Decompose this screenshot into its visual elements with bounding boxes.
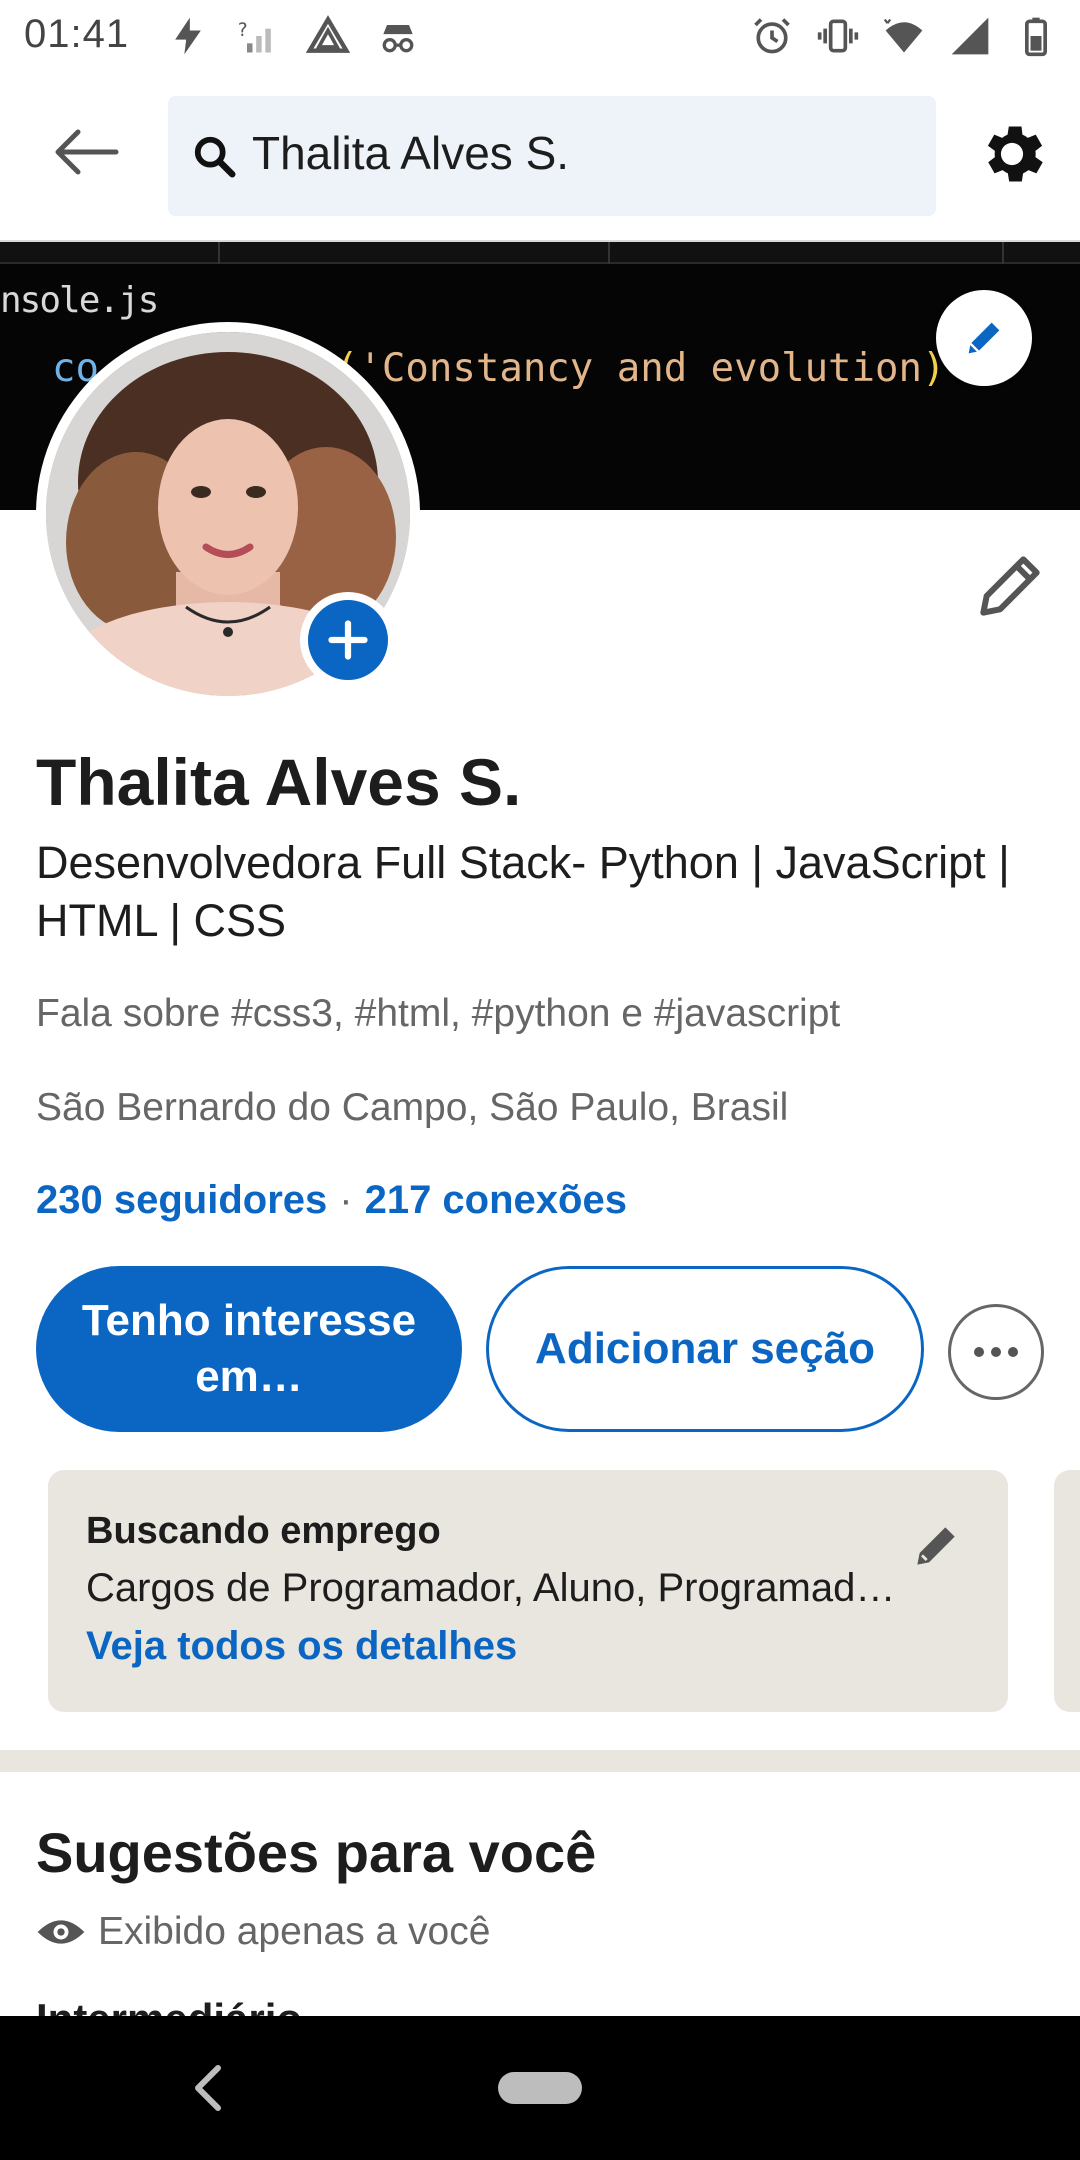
- suggestions-note-text: Exibido apenas a você: [98, 1910, 491, 1953]
- followers-link[interactable]: 230 seguidores: [36, 1178, 327, 1222]
- suggestion-next-item: Intermediário: [36, 1994, 302, 2016]
- eye-icon: [37, 1920, 85, 1944]
- profile-name: Thalita Alves S.: [36, 745, 522, 819]
- edit-profile-icon[interactable]: [970, 546, 1050, 626]
- open-to-work-title: Buscando emprego: [86, 1510, 441, 1552]
- system-nav-bar: [0, 2016, 1080, 2160]
- search-icon: [194, 136, 236, 178]
- plus-icon: [328, 620, 368, 660]
- cover-tab-separator: [218, 242, 220, 264]
- cover-tab-separator: [1002, 242, 1004, 264]
- svg-text:?: ?: [238, 20, 248, 41]
- more-horizontal-icon: [974, 1347, 1018, 1357]
- signal-icon: [951, 17, 989, 55]
- more-button[interactable]: [948, 1304, 1044, 1400]
- pencil-icon: [968, 322, 1000, 354]
- add-photo-button[interactable]: [300, 592, 396, 688]
- open-to-work-description: Cargos de Programador, Aluno, Programado…: [86, 1566, 906, 1610]
- profile-headline: Desenvolvedora Full Stack- Python | Java…: [36, 837, 1010, 946]
- arrow-left-icon: [55, 129, 119, 175]
- see-all-details-link[interactable]: Veja todos os detalhes: [86, 1624, 517, 1669]
- no-signal-icon: ?: [238, 20, 271, 53]
- network-separator: ·: [339, 1178, 353, 1222]
- suggestions-title: Sugestões para você: [36, 1821, 597, 1884]
- suggestions-note: Exibido apenas a você: [36, 1910, 490, 1954]
- cover-tab-separator: [608, 242, 610, 264]
- status-left-icons: ?: [166, 14, 420, 58]
- search-input[interactable]: Thalita Alves S.: [168, 96, 936, 216]
- nav-back-icon[interactable]: [190, 2062, 226, 2114]
- flash-icon: [175, 17, 201, 55]
- back-button[interactable]: [40, 112, 130, 192]
- status-right-icons: [750, 14, 1058, 58]
- cover-file-name: nsole.js: [0, 280, 159, 321]
- status-time: 01:41: [24, 12, 130, 56]
- add-section-button[interactable]: Adicionar seção: [486, 1266, 924, 1432]
- connections-link[interactable]: 217 conexões: [365, 1178, 627, 1222]
- battery-icon: [1025, 17, 1047, 57]
- section-divider: [0, 1750, 1080, 1772]
- cover-editor-tabs: [0, 242, 1080, 264]
- alarm-icon: [754, 18, 790, 54]
- gear-icon[interactable]: [974, 116, 1050, 192]
- pencil-icon[interactable]: [908, 1518, 964, 1574]
- next-card-peek[interactable]: [1054, 1470, 1080, 1712]
- profile-location: São Bernardo do Campo, São Paulo, Brasil: [36, 1086, 789, 1129]
- profile-topics: Fala sobre #css3, #html, #python e #java…: [36, 992, 841, 1035]
- drive-icon: [306, 15, 350, 53]
- app-bar: Thalita Alves S.: [0, 72, 1080, 242]
- cover-code-string: 'Constancy and evolution: [358, 346, 922, 391]
- nav-home-pill[interactable]: [498, 2072, 582, 2104]
- status-bar: 01:41 ?: [0, 0, 1080, 72]
- incognito-icon: [382, 25, 414, 53]
- wifi-icon: [883, 18, 923, 53]
- open-to-work-card[interactable]: Buscando emprego Cargos de Programador, …: [48, 1470, 1008, 1712]
- search-value: Thalita Alves S.: [252, 127, 570, 179]
- vibrate-icon: [817, 19, 859, 53]
- open-to-button[interactable]: Tenho interesse em…: [36, 1266, 462, 1432]
- network-stats: 230 seguidores · 217 conexões: [36, 1178, 627, 1223]
- edit-cover-button[interactable]: [936, 290, 1032, 386]
